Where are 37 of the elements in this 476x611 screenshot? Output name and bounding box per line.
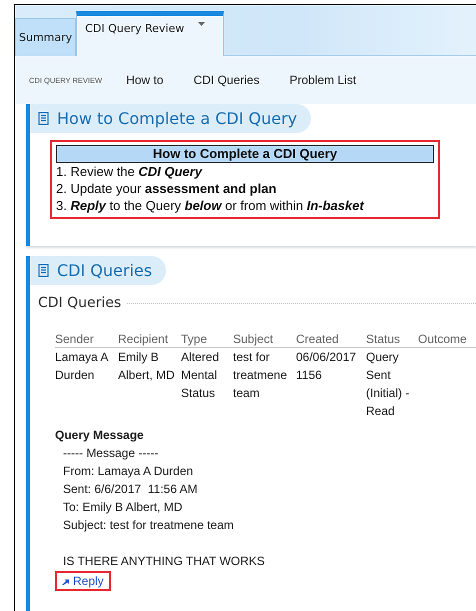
column-header: Outcome xyxy=(418,331,468,347)
message-line: To: Emily B Albert, MD xyxy=(63,499,184,516)
message-line: From: Lamaya A Durden xyxy=(63,463,194,480)
reply-link[interactable]: Reply xyxy=(55,571,111,591)
section-title: How to Complete a CDI Query xyxy=(57,109,298,128)
column-header: Sender xyxy=(55,331,95,347)
table-cell-text: Lamaya A Durden xyxy=(55,349,110,384)
column-header: Subject xyxy=(233,331,274,347)
table-cell-text: Emily B Albert, MD xyxy=(118,349,176,384)
document-icon xyxy=(38,112,49,125)
document-icon xyxy=(38,264,49,277)
instruction-step: 3. Reply to the Query below or from within In-basket xyxy=(56,197,434,214)
instruction-step: 2. Update your assessment and plan xyxy=(56,180,434,197)
table-cell-text: Altered Mental Status xyxy=(181,349,220,402)
message-line: IS THERE ANYTHING THAT WORKS xyxy=(63,553,266,570)
message-line: Subject: test for treatmene team xyxy=(63,517,235,534)
reply-arrow-icon xyxy=(62,578,69,584)
message-line: Sent: 6/6/2017 11:56 AM xyxy=(63,481,199,498)
message-line: ----- Message ----- xyxy=(63,445,160,462)
nav-link[interactable]: Problem List xyxy=(289,73,356,87)
column-header: Status xyxy=(366,331,402,347)
instruction-step: 1. Review the CDI Query xyxy=(56,163,434,180)
nav-link[interactable]: How to xyxy=(126,73,164,87)
section-title: CDI Queries xyxy=(57,261,152,280)
subsection-title: CDI Queries xyxy=(38,295,122,311)
table-cell-text: 06/06/2017 1156 xyxy=(296,349,358,384)
column-header: Created xyxy=(296,331,340,347)
table-cell-text: test for treatmene team xyxy=(233,349,288,402)
nav-link[interactable]: CDI Queries xyxy=(193,73,260,87)
table-cell-text: Query Sent (Initial) - Read xyxy=(366,349,410,420)
table-row[interactable]: Lamaya A Durden Emily B Albert, MD Altered Mental Status test for treatmene team 06/06/2017 1156 Query Sent (Initial) - Read xyxy=(55,348,476,420)
column-header: Type xyxy=(181,331,208,347)
message-label: Query Message xyxy=(55,427,145,444)
tab[interactable]: Summary xyxy=(15,18,76,56)
instructions-title: How to Complete a CDI Query xyxy=(56,145,434,163)
tab[interactable]: CDI Query Review xyxy=(76,11,224,56)
column-header: Recipient xyxy=(118,331,170,347)
